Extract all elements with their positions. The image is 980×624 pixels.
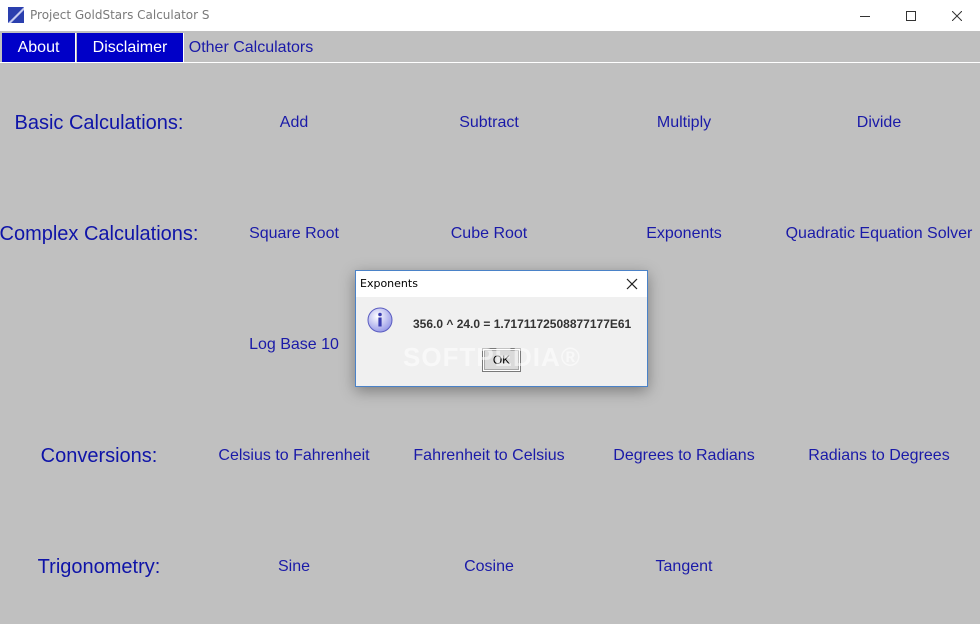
section-label-conversions: Conversions:: [40, 445, 158, 467]
menu-bar: About Disclaimer Other Calculators: [0, 31, 980, 63]
log-base-10-button[interactable]: Log Base 10: [249, 336, 339, 354]
window-title: Project GoldStars Calculator S: [30, 8, 210, 22]
info-icon: [367, 307, 393, 333]
degrees-to-radians-button[interactable]: Degrees to Radians: [613, 447, 754, 465]
ok-button[interactable]: OK: [482, 348, 521, 372]
section-label-complex: Complex Calculations:: [0, 223, 199, 245]
dialog-close-icon[interactable]: [625, 277, 639, 291]
subtract-button[interactable]: Subtract: [459, 114, 519, 132]
add-button[interactable]: Add: [280, 114, 308, 132]
menu-disclaimer[interactable]: Disclaimer: [77, 33, 184, 62]
exponents-button[interactable]: Exponents: [646, 225, 722, 243]
minimize-icon: [860, 15, 870, 17]
app-icon: [8, 7, 24, 23]
section-label-basic: Basic Calculations:: [14, 112, 184, 134]
menu-about[interactable]: About: [2, 33, 76, 62]
cube-root-button[interactable]: Cube Root: [451, 225, 528, 243]
divide-button[interactable]: Divide: [857, 114, 901, 132]
maximize-button[interactable]: [888, 0, 934, 31]
cosine-button[interactable]: Cosine: [464, 558, 514, 576]
dialog-title: Exponents: [360, 277, 418, 290]
tangent-button[interactable]: Tangent: [656, 558, 713, 576]
close-icon: [952, 10, 962, 21]
section-label-trigonometry: Trigonometry:: [37, 556, 161, 578]
title-bar: Project GoldStars Calculator S: [0, 0, 980, 31]
minimize-button[interactable]: [842, 0, 888, 31]
fahrenheit-to-celsius-button[interactable]: Fahrenheit to Celsius: [413, 447, 564, 465]
sine-button[interactable]: Sine: [278, 558, 310, 576]
quadratic-solver-button[interactable]: Quadratic Equation Solver: [786, 225, 973, 243]
square-root-button[interactable]: Square Root: [249, 225, 339, 243]
dialog-message: 356.0 ^ 24.0 = 1.7171172508877177E61: [413, 317, 632, 331]
celsius-to-fahrenheit-button[interactable]: Celsius to Fahrenheit: [218, 447, 369, 465]
menu-other-calculators[interactable]: Other Calculators: [186, 33, 316, 62]
radians-to-degrees-button[interactable]: Radians to Degrees: [808, 447, 949, 465]
maximize-icon: [906, 10, 916, 21]
multiply-button[interactable]: Multiply: [657, 114, 711, 132]
dialog-title-bar: Exponents: [356, 271, 647, 297]
exponents-dialog: Exponents 356.0 ^ 24.0 = 1.7171172508877…: [355, 270, 648, 387]
close-button[interactable]: [934, 0, 980, 31]
